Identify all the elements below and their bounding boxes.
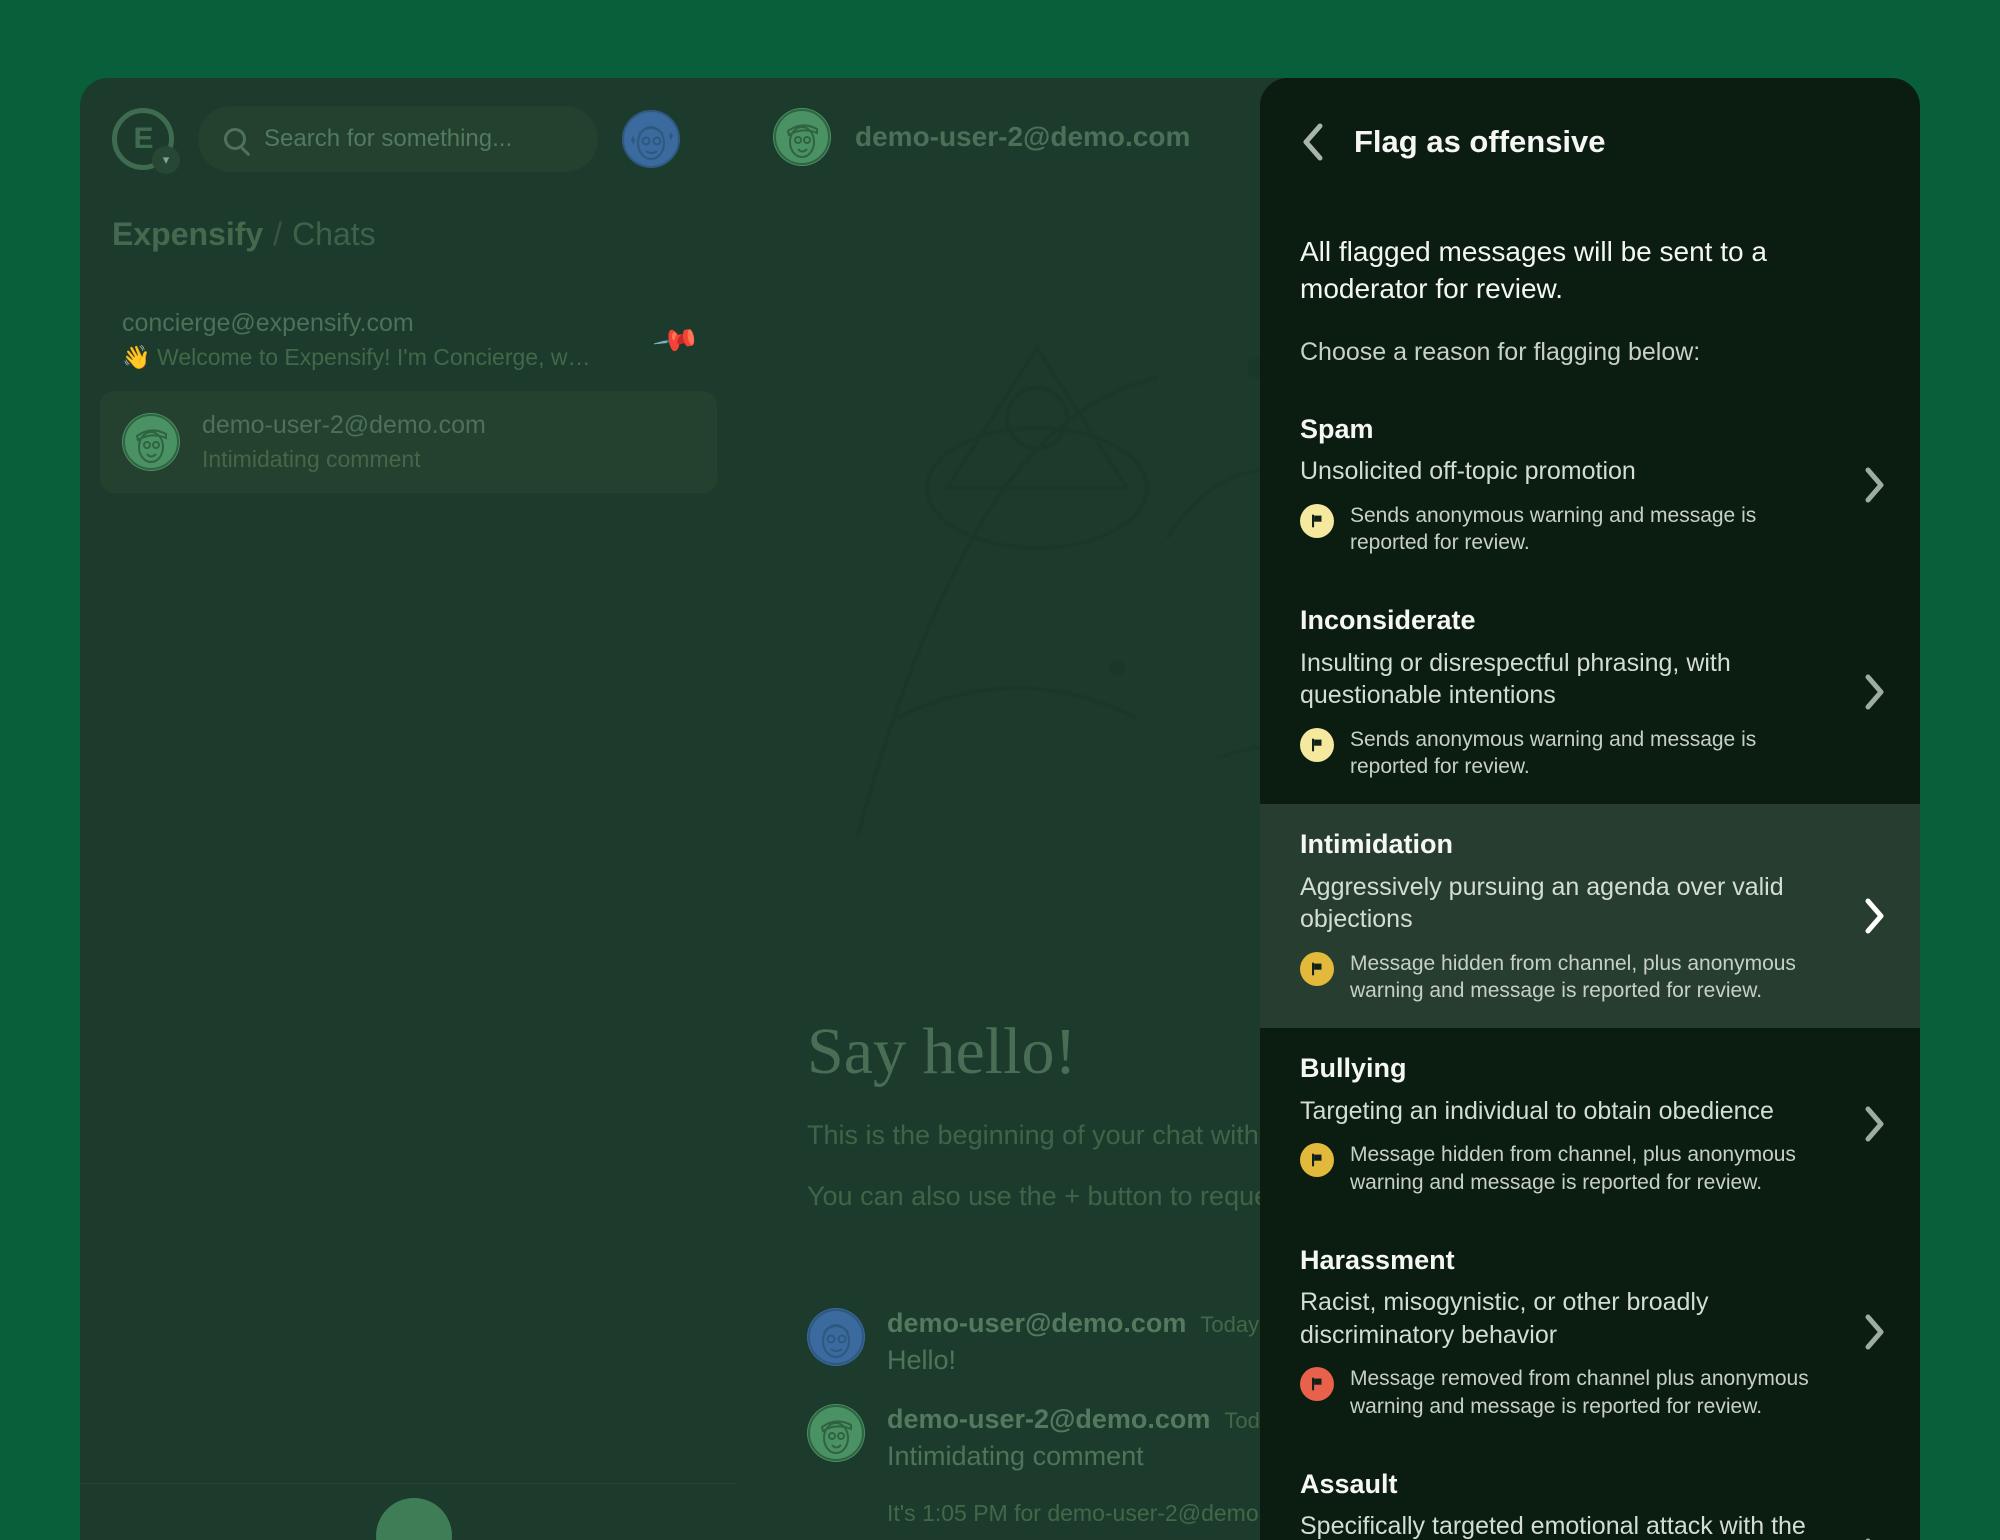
- avatar[interactable]: [807, 1404, 865, 1462]
- breadcrumb[interactable]: Expensify / Chats: [80, 172, 737, 253]
- flag-option-name: Bullying: [1300, 1053, 1407, 1084]
- sidebar-header: E ▾ Search for something...: [80, 78, 737, 174]
- flag-option-name: Harassment: [1300, 1244, 1455, 1275]
- flag-option-consequence: Message hidden from channel, plus anonym…: [1350, 951, 1796, 1003]
- sidebar: E ▾ Search for something... Expensify / …: [80, 78, 737, 1540]
- chat-list: concierge@expensify.com 👋 Welcome to Exp…: [80, 253, 737, 493]
- message-author[interactable]: demo-user@demo.com: [887, 1308, 1186, 1339]
- flag-option-description: Racist, misogynistic, or other broadly d…: [1300, 1288, 1709, 1349]
- flag-option-spam[interactable]: Spam Unsolicited off-topic promotion Sends…: [1260, 389, 1920, 580]
- new-chat-fab[interactable]: [376, 1498, 452, 1540]
- flag-as-offensive-panel: Flag as offensive All flagged messages w…: [1260, 78, 1920, 1540]
- flag-panel-header: Flag as offensive: [1260, 78, 1920, 188]
- search-input[interactable]: Search for something...: [198, 106, 598, 172]
- expensify-logo[interactable]: E ▾: [112, 108, 180, 174]
- flag-icon: [1300, 503, 1334, 538]
- flag-option-harassment[interactable]: Harassment Racist, misogynistic, or other…: [1260, 1220, 1920, 1444]
- message-author[interactable]: demo-user-2@demo.com: [887, 1404, 1210, 1435]
- pin-icon[interactable]: 📌: [651, 315, 702, 365]
- app-window: E ▾ Search for something... Expensify / …: [80, 78, 1920, 1540]
- flag-option-consequence: Sends anonymous warning and message is r…: [1350, 503, 1757, 555]
- avatar[interactable]: [807, 1308, 865, 1366]
- chat-preview: 👋 Welcome to Expensify! I'm Concierge, w…: [122, 344, 591, 370]
- flag-intro-text: All flagged messages will be sent to a m…: [1300, 236, 1767, 304]
- breadcrumb-page: Chats: [292, 216, 376, 252]
- flag-option-intimidation[interactable]: Intimidation Aggressively pursuing an age…: [1260, 804, 1920, 1029]
- flag-option-description: Unsolicited off-topic promotion: [1300, 457, 1636, 486]
- flag-option-name: Spam: [1300, 413, 1374, 444]
- flag-icon: [1300, 1367, 1334, 1402]
- list-item[interactable]: demo-user-2@demo.com Intimidating commen…: [100, 391, 717, 493]
- flag-option-consequence: Message removed from channel plus anonym…: [1350, 1367, 1809, 1418]
- chat-preview: Intimidating comment: [202, 446, 421, 472]
- flag-option-consequence: Sends anonymous warning and message is r…: [1350, 727, 1757, 779]
- flag-option-name: Assault: [1300, 1468, 1398, 1499]
- chevron-left-icon[interactable]: [1300, 122, 1326, 162]
- list-item[interactable]: concierge@expensify.com 👋 Welcome to Exp…: [100, 289, 717, 391]
- flag-option-description: Specifically targeted emotional attack w…: [1300, 1512, 1806, 1540]
- chat-title: concierge@expensify.com: [122, 309, 414, 337]
- flag-option-name: Inconsiderate: [1300, 605, 1476, 636]
- avatar: [122, 413, 180, 471]
- flag-icon: [1300, 727, 1334, 762]
- chevron-right-icon[interactable]: [1856, 1312, 1886, 1352]
- avatar[interactable]: [773, 108, 831, 166]
- chat-title: demo-user-2@demo.com: [202, 411, 486, 439]
- flag-option-assault[interactable]: Assault Specifically targeted emotional a…: [1260, 1444, 1920, 1540]
- flag-option-consequence: Message hidden from channel, plus anonym…: [1350, 1143, 1796, 1194]
- chevron-right-icon[interactable]: [1856, 1536, 1886, 1540]
- flag-icon: [1300, 1143, 1334, 1178]
- divider: [80, 1483, 737, 1484]
- chevron-right-icon[interactable]: [1856, 465, 1886, 505]
- page-title: Flag as offensive: [1354, 124, 1606, 159]
- flag-option-description: Targeting an individual to obtain obedie…: [1300, 1096, 1774, 1125]
- chevron-right-icon[interactable]: [1856, 896, 1886, 936]
- flag-option-bullying[interactable]: Bullying Targeting an individual to obtai…: [1260, 1028, 1920, 1219]
- breadcrumb-app: Expensify: [112, 216, 264, 252]
- flag-option-inconsiderate[interactable]: Inconsiderate Insulting or disrespectful …: [1260, 580, 1920, 804]
- chevron-down-icon[interactable]: ▾: [152, 146, 180, 174]
- avatar[interactable]: [622, 110, 680, 168]
- flag-options-list: Spam Unsolicited off-topic promotion Sends…: [1260, 389, 1920, 1540]
- flag-option-description: Insulting or disrespectful phrasing, wit…: [1300, 648, 1731, 710]
- chevron-right-icon[interactable]: [1856, 1104, 1886, 1144]
- chevron-right-icon[interactable]: [1856, 672, 1886, 712]
- search-icon: [224, 128, 246, 150]
- flag-option-name: Intimidation: [1300, 829, 1453, 860]
- flag-option-description: Aggressively pursuing an agenda over val…: [1300, 872, 1784, 934]
- flag-icon: [1300, 951, 1334, 986]
- flag-subintro-text: Choose a reason for flagging below:: [1300, 337, 1701, 366]
- chat-header-title: demo-user-2@demo.com: [855, 121, 1191, 152]
- search-placeholder: Search for something...: [264, 125, 513, 152]
- breadcrumb-separator: /: [273, 216, 283, 252]
